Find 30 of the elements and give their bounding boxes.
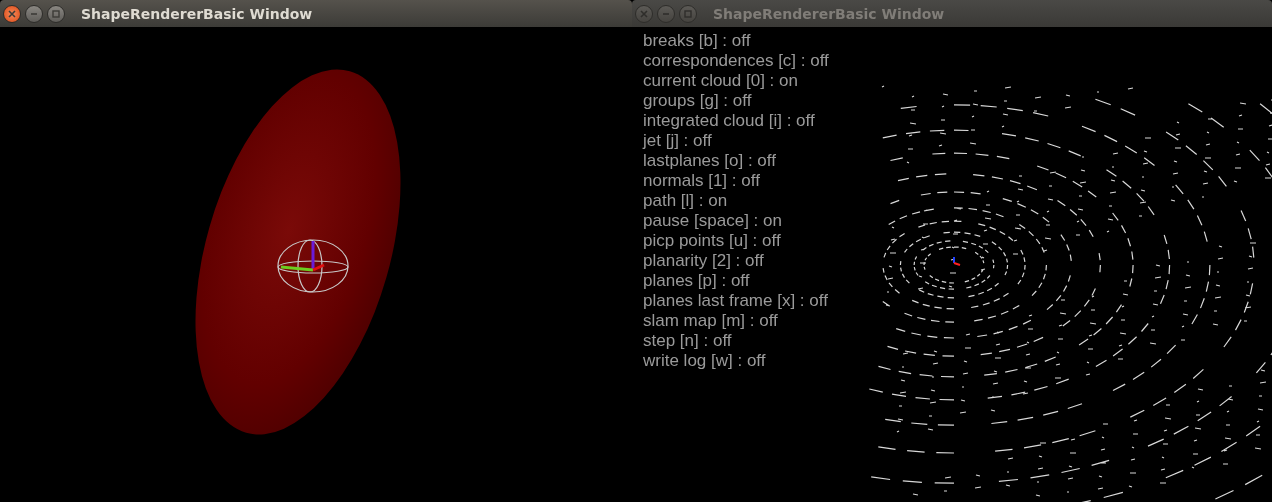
option-label: correspondences [c] : off	[643, 51, 829, 71]
axes-icon	[953, 256, 961, 266]
option-label: slam map [m] : off	[643, 311, 779, 331]
maximize-button[interactable]	[47, 4, 65, 23]
option-label: lastplanes [o] : off	[643, 151, 777, 171]
option-label: groups [g] : off	[643, 91, 753, 111]
close-icon	[7, 8, 17, 19]
window-title: ShapeRendererBasic Window	[81, 5, 313, 22]
option-label: current cloud [0] : on	[643, 71, 799, 91]
option-label: picp points [u] : off	[643, 231, 782, 251]
option-label: normals [1] : off	[643, 171, 761, 191]
maximize-button[interactable]	[679, 4, 697, 23]
maximize-icon	[683, 8, 693, 19]
option-label: planes [p] : off	[643, 271, 751, 291]
option-label: path [l] : on	[643, 191, 729, 211]
option-label: integrated cloud [i] : off	[643, 111, 816, 131]
option-label: planes last frame [x] : off	[643, 291, 829, 311]
window-title: ShapeRendererBasic Window	[713, 5, 945, 22]
gizmo-drawing	[277, 239, 349, 293]
option-label: breaks [b] : off	[643, 31, 752, 51]
option-label: write log [w] : off	[643, 351, 767, 371]
option-label: pause [space] : on	[643, 211, 783, 231]
close-button[interactable]	[3, 4, 21, 23]
option-label: planarity [2] : off	[643, 251, 765, 271]
minimize-button[interactable]	[657, 4, 675, 23]
option-label: step [n] : off	[643, 331, 733, 351]
maximize-icon	[51, 8, 61, 19]
minimize-button[interactable]	[25, 4, 43, 23]
option-label: jet [j] : off	[643, 131, 713, 151]
close-icon	[639, 8, 649, 19]
